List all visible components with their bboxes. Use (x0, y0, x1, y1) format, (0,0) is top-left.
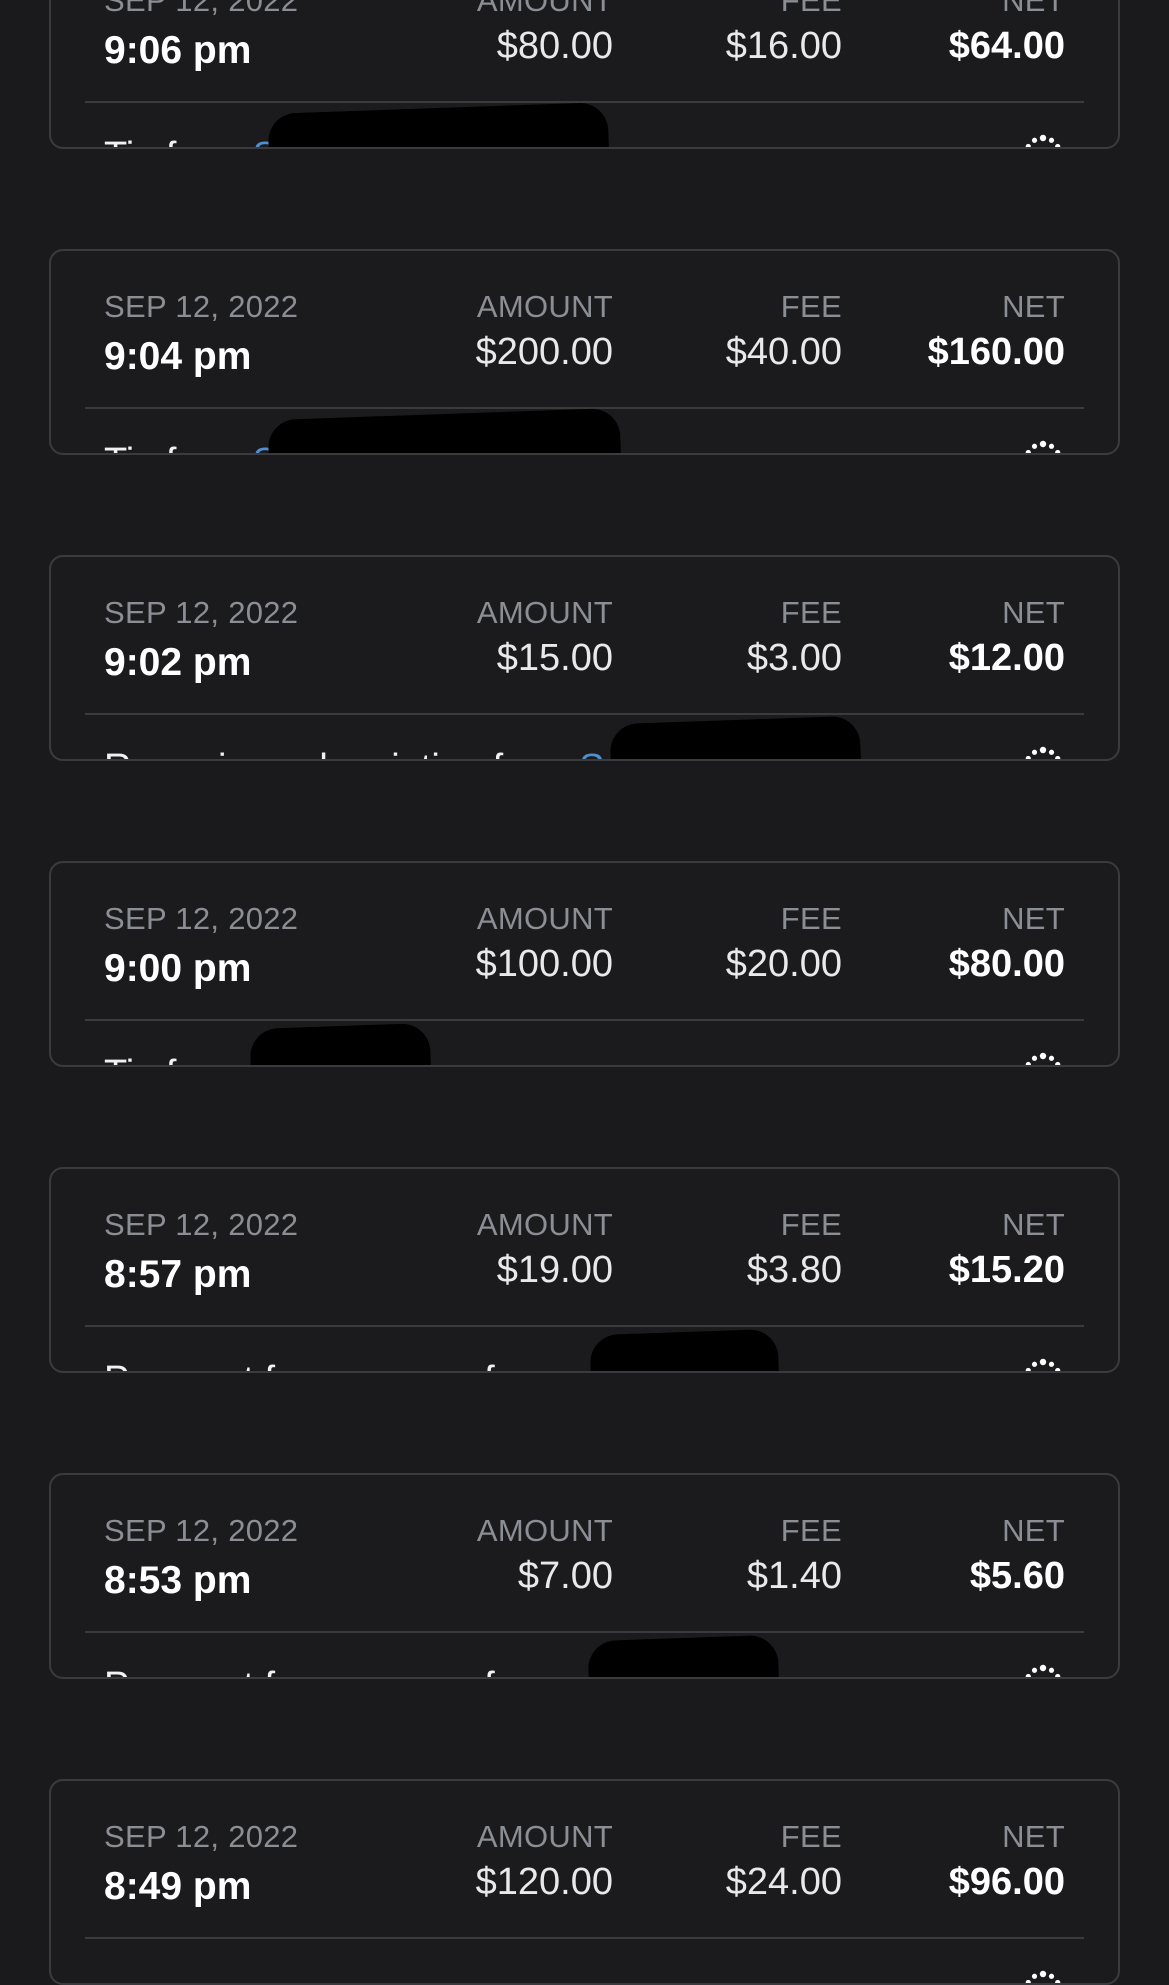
net-value: $5.60 (969, 1555, 1065, 1597)
net-value: $96.00 (948, 1861, 1065, 1903)
description-text: Tip from (104, 135, 242, 147)
net-label: NET (1002, 1513, 1065, 1548)
amount-value: $120.00 (475, 1861, 613, 1903)
transaction-description: Tip from (104, 1053, 242, 1065)
net-label: NET (1002, 1207, 1065, 1242)
transaction-time: 8:49 pm (104, 1865, 252, 1908)
sender-name-link[interactable]: S (579, 747, 604, 759)
net-value: $15.20 (948, 1249, 1065, 1291)
transaction-description: Recurring subscription from S (104, 747, 605, 759)
amount-label: AMOUNT (476, 901, 613, 936)
fee-label: FEE (780, 1207, 842, 1242)
fee-label: FEE (780, 595, 842, 630)
net-label: NET (1002, 595, 1065, 630)
redaction-block (589, 1328, 781, 1371)
fee-value: $40.00 (725, 331, 842, 373)
transaction-card[interactable]: SEP 12, 2022 AMOUNT FEE NET 8:49 pm $120.00 $2… (49, 1779, 1120, 1985)
net-value: $80.00 (948, 943, 1065, 985)
transaction-card[interactable]: SEP 12, 2022 AMOUNT FEE NET 8:53 pm $7.00 $1.4… (49, 1473, 1120, 1679)
loading-spinner-icon (1021, 1051, 1065, 1065)
description-text: Tip from (104, 441, 242, 453)
redaction-block (587, 1634, 781, 1677)
net-label: NET (1002, 1819, 1065, 1854)
loading-spinner-icon (1021, 133, 1065, 147)
transaction-date: SEP 12, 2022 (104, 289, 299, 324)
net-value: $12.00 (948, 637, 1065, 679)
net-label: NET (1002, 0, 1065, 18)
amount-label: AMOUNT (476, 289, 613, 324)
amount-value: $100.00 (475, 943, 613, 985)
fee-label: FEE (780, 0, 842, 18)
fee-value: $16.00 (725, 25, 842, 67)
amount-value: $80.00 (496, 25, 613, 67)
card-divider (85, 713, 1084, 715)
loading-spinner-icon (1021, 1357, 1065, 1371)
redaction-block (267, 102, 611, 147)
fee-label: FEE (780, 1513, 842, 1548)
transaction-card[interactable]: SEP 12, 2022 AMOUNT FEE NET 9:04 pm $200.00 $4… (49, 249, 1120, 455)
transaction-card[interactable]: SEP 12, 2022 AMOUNT FEE NET 9:00 pm $100.00 $2… (49, 861, 1120, 1067)
net-value: $160.00 (927, 331, 1065, 373)
fee-value: $1.40 (746, 1555, 842, 1597)
transaction-description: Payment for message from (104, 1359, 560, 1371)
transaction-date: SEP 12, 2022 (104, 1207, 299, 1242)
transaction-card[interactable]: SEP 12, 2022 AMOUNT FEE NET 9:02 pm $15.00 $3.… (49, 555, 1120, 761)
amount-label: AMOUNT (476, 1513, 613, 1548)
card-divider (85, 1631, 1084, 1633)
card-divider (85, 1937, 1084, 1939)
loading-spinner-icon (1021, 1663, 1065, 1677)
fee-label: FEE (780, 1819, 842, 1854)
card-divider (85, 1019, 1084, 1021)
transaction-description: Payment for message from (104, 1665, 560, 1677)
transaction-description: Tip from S (104, 135, 278, 147)
transaction-time: 9:02 pm (104, 641, 252, 684)
transaction-date: SEP 12, 2022 (104, 901, 299, 936)
amount-label: AMOUNT (476, 1207, 613, 1242)
redaction-block (249, 1022, 433, 1065)
fee-value: $20.00 (725, 943, 842, 985)
net-value: $64.00 (948, 25, 1065, 67)
redaction-block (267, 407, 623, 453)
transaction-date: SEP 12, 2022 (104, 1513, 299, 1548)
transaction-time: 8:57 pm (104, 1253, 252, 1296)
fee-label: FEE (780, 901, 842, 936)
card-divider (85, 1325, 1084, 1327)
fee-value: $3.80 (746, 1249, 842, 1291)
amount-value: $15.00 (496, 637, 613, 679)
description-text: Payment for message from (104, 1665, 560, 1677)
description-text: Recurring subscription from (104, 747, 569, 759)
amount-value: $19.00 (496, 1249, 613, 1291)
transaction-description: Tip from S (104, 441, 278, 453)
fee-value: $3.00 (746, 637, 842, 679)
loading-spinner-icon (1021, 745, 1065, 759)
description-text: Tip from (104, 1053, 242, 1065)
transaction-time: 9:04 pm (104, 335, 252, 378)
transaction-date: SEP 12, 2022 (104, 595, 299, 630)
transaction-time: 9:00 pm (104, 947, 252, 990)
loading-spinner-icon (1021, 1969, 1065, 1983)
amount-value: $200.00 (475, 331, 613, 373)
net-label: NET (1002, 289, 1065, 324)
amount-label: AMOUNT (476, 1819, 613, 1854)
transaction-date: SEP 12, 2022 (104, 1819, 299, 1854)
transaction-card[interactable]: SEP 12, 2022 AMOUNT FEE NET 8:57 pm $19.00 $3.… (49, 1167, 1120, 1373)
loading-spinner-icon (1021, 439, 1065, 453)
net-label: NET (1002, 901, 1065, 936)
amount-label: AMOUNT (476, 595, 613, 630)
amount-value: $7.00 (517, 1555, 613, 1597)
transaction-time: 8:53 pm (104, 1559, 252, 1602)
description-text: Payment for message from (104, 1359, 560, 1371)
amount-label: AMOUNT (476, 0, 613, 18)
transaction-time: 9:06 pm (104, 29, 252, 72)
transaction-card[interactable]: SEP 12, 2022 AMOUNT FEE NET 9:06 pm $80.00 $16… (49, 0, 1120, 149)
transaction-date: SEP 12, 2022 (104, 0, 299, 18)
redaction-block (609, 715, 863, 759)
fee-value: $24.00 (725, 1861, 842, 1903)
fee-label: FEE (780, 289, 842, 324)
